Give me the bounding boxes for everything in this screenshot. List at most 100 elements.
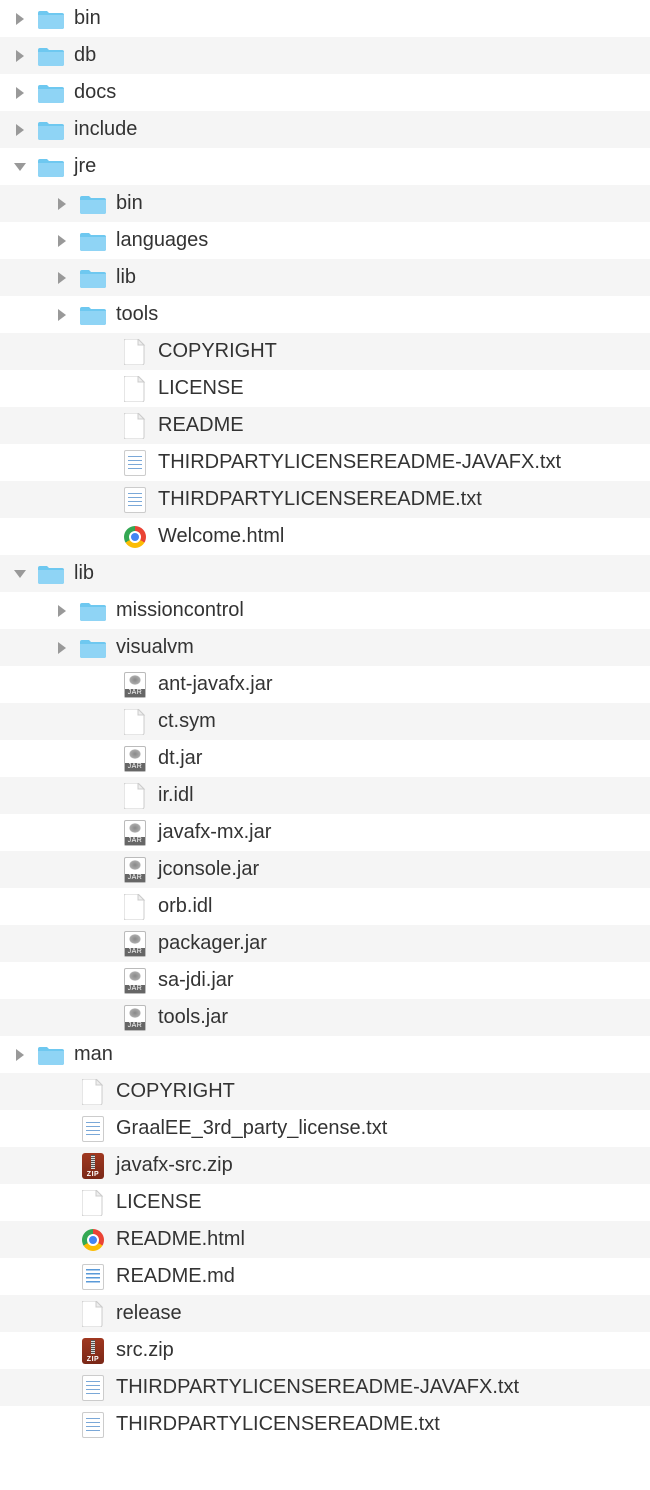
folder-icon: [38, 80, 64, 106]
tree-row[interactable]: THIRDPARTYLICENSEREADME-JAVAFX.txt: [0, 444, 650, 481]
tree-item-label: COPYRIGHT: [158, 340, 277, 363]
tree-item-label: THIRDPARTYLICENSEREADME-JAVAFX.txt: [158, 451, 561, 474]
chevron-right-icon[interactable]: [52, 305, 72, 325]
tree-row[interactable]: release: [0, 1295, 650, 1332]
tree-item-label: README: [158, 414, 244, 437]
tree-item-label: missioncontrol: [116, 599, 244, 622]
tree-row[interactable]: LICENSE: [0, 1184, 650, 1221]
tree-row[interactable]: lib: [0, 259, 650, 296]
tree-row[interactable]: README: [0, 407, 650, 444]
tree-row[interactable]: lib: [0, 555, 650, 592]
tree-row[interactable]: man: [0, 1036, 650, 1073]
folder-icon: [80, 302, 106, 328]
chevron-right-icon[interactable]: [52, 231, 72, 251]
tree-item-label: javafx-src.zip: [116, 1154, 233, 1177]
txt-icon: [80, 1412, 106, 1438]
tree-item-label: LICENSE: [158, 377, 244, 400]
tree-row[interactable]: db: [0, 37, 650, 74]
tree-row[interactable]: orb.idl: [0, 888, 650, 925]
tree-row[interactable]: Welcome.html: [0, 518, 650, 555]
tree-row[interactable]: jconsole.jar: [0, 851, 650, 888]
chevron-right-icon[interactable]: [52, 194, 72, 214]
tree-item-label: sa-jdi.jar: [158, 969, 234, 992]
tree-row[interactable]: sa-jdi.jar: [0, 962, 650, 999]
tree-item-label: db: [74, 44, 96, 67]
file-icon: [122, 376, 148, 402]
chevron-right-icon[interactable]: [10, 120, 30, 140]
chevron-right-icon[interactable]: [10, 9, 30, 29]
tree-row[interactable]: README.html: [0, 1221, 650, 1258]
tree-row[interactable]: bin: [0, 0, 650, 37]
chevron-right-icon[interactable]: [10, 46, 30, 66]
tree-row[interactable]: THIRDPARTYLICENSEREADME.txt: [0, 1406, 650, 1443]
tree-item-label: orb.idl: [158, 895, 212, 918]
tree-item-label: man: [74, 1043, 113, 1066]
zip-icon: [80, 1153, 106, 1179]
txt-icon: [80, 1375, 106, 1401]
file-icon: [122, 783, 148, 809]
chrome-icon: [122, 524, 148, 550]
file-icon: [80, 1190, 106, 1216]
file-icon: [122, 709, 148, 735]
tree-row[interactable]: GraalEE_3rd_party_license.txt: [0, 1110, 650, 1147]
chevron-right-icon[interactable]: [10, 83, 30, 103]
folder-icon: [38, 117, 64, 143]
tree-row[interactable]: jre: [0, 148, 650, 185]
tree-item-label: bin: [74, 7, 101, 30]
tree-item-label: GraalEE_3rd_party_license.txt: [116, 1117, 387, 1140]
chevron-right-icon[interactable]: [52, 601, 72, 621]
tree-row[interactable]: languages: [0, 222, 650, 259]
chevron-right-icon[interactable]: [52, 638, 72, 658]
tree-row[interactable]: bin: [0, 185, 650, 222]
tree-row[interactable]: ant-javafx.jar: [0, 666, 650, 703]
jar-icon: [122, 968, 148, 994]
tree-row[interactable]: visualvm: [0, 629, 650, 666]
tree-item-label: ct.sym: [158, 710, 216, 733]
tree-row[interactable]: COPYRIGHT: [0, 333, 650, 370]
tree-row[interactable]: THIRDPARTYLICENSEREADME-JAVAFX.txt: [0, 1369, 650, 1406]
tree-row[interactable]: javafx-mx.jar: [0, 814, 650, 851]
jar-icon: [122, 1005, 148, 1031]
jar-icon: [122, 820, 148, 846]
tree-row[interactable]: tools: [0, 296, 650, 333]
tree-item-label: lib: [74, 562, 94, 585]
tree-row[interactable]: tools.jar: [0, 999, 650, 1036]
tree-row[interactable]: packager.jar: [0, 925, 650, 962]
chevron-down-icon[interactable]: [10, 157, 30, 177]
tree-item-label: Welcome.html: [158, 525, 284, 548]
tree-item-label: lib: [116, 266, 136, 289]
tree-row[interactable]: COPYRIGHT: [0, 1073, 650, 1110]
jar-icon: [122, 931, 148, 957]
tree-row[interactable]: src.zip: [0, 1332, 650, 1369]
txt-icon: [80, 1116, 106, 1142]
chevron-down-icon[interactable]: [10, 564, 30, 584]
tree-row[interactable]: javafx-src.zip: [0, 1147, 650, 1184]
tree-item-label: jconsole.jar: [158, 858, 259, 881]
tree-item-label: ir.idl: [158, 784, 194, 807]
tree-item-label: release: [116, 1302, 182, 1325]
file-tree: bindbdocsincludejrebinlanguageslibtoolsC…: [0, 0, 650, 1443]
tree-item-label: dt.jar: [158, 747, 202, 770]
tree-item-label: THIRDPARTYLICENSEREADME-JAVAFX.txt: [116, 1376, 519, 1399]
chevron-right-icon[interactable]: [10, 1045, 30, 1065]
folder-icon: [38, 561, 64, 587]
tree-row[interactable]: docs: [0, 74, 650, 111]
tree-item-label: tools.jar: [158, 1006, 228, 1029]
zip-icon: [80, 1338, 106, 1364]
folder-icon: [80, 265, 106, 291]
tree-row[interactable]: THIRDPARTYLICENSEREADME.txt: [0, 481, 650, 518]
tree-row[interactable]: include: [0, 111, 650, 148]
folder-icon: [80, 635, 106, 661]
tree-row[interactable]: dt.jar: [0, 740, 650, 777]
tree-row[interactable]: missioncontrol: [0, 592, 650, 629]
tree-row[interactable]: LICENSE: [0, 370, 650, 407]
tree-item-label: languages: [116, 229, 208, 252]
tree-row[interactable]: ir.idl: [0, 777, 650, 814]
tree-item-label: ant-javafx.jar: [158, 673, 273, 696]
tree-item-label: packager.jar: [158, 932, 267, 955]
tree-row[interactable]: ct.sym: [0, 703, 650, 740]
chevron-right-icon[interactable]: [52, 268, 72, 288]
txt-icon: [122, 450, 148, 476]
tree-item-label: THIRDPARTYLICENSEREADME.txt: [116, 1413, 440, 1436]
tree-row[interactable]: README.md: [0, 1258, 650, 1295]
